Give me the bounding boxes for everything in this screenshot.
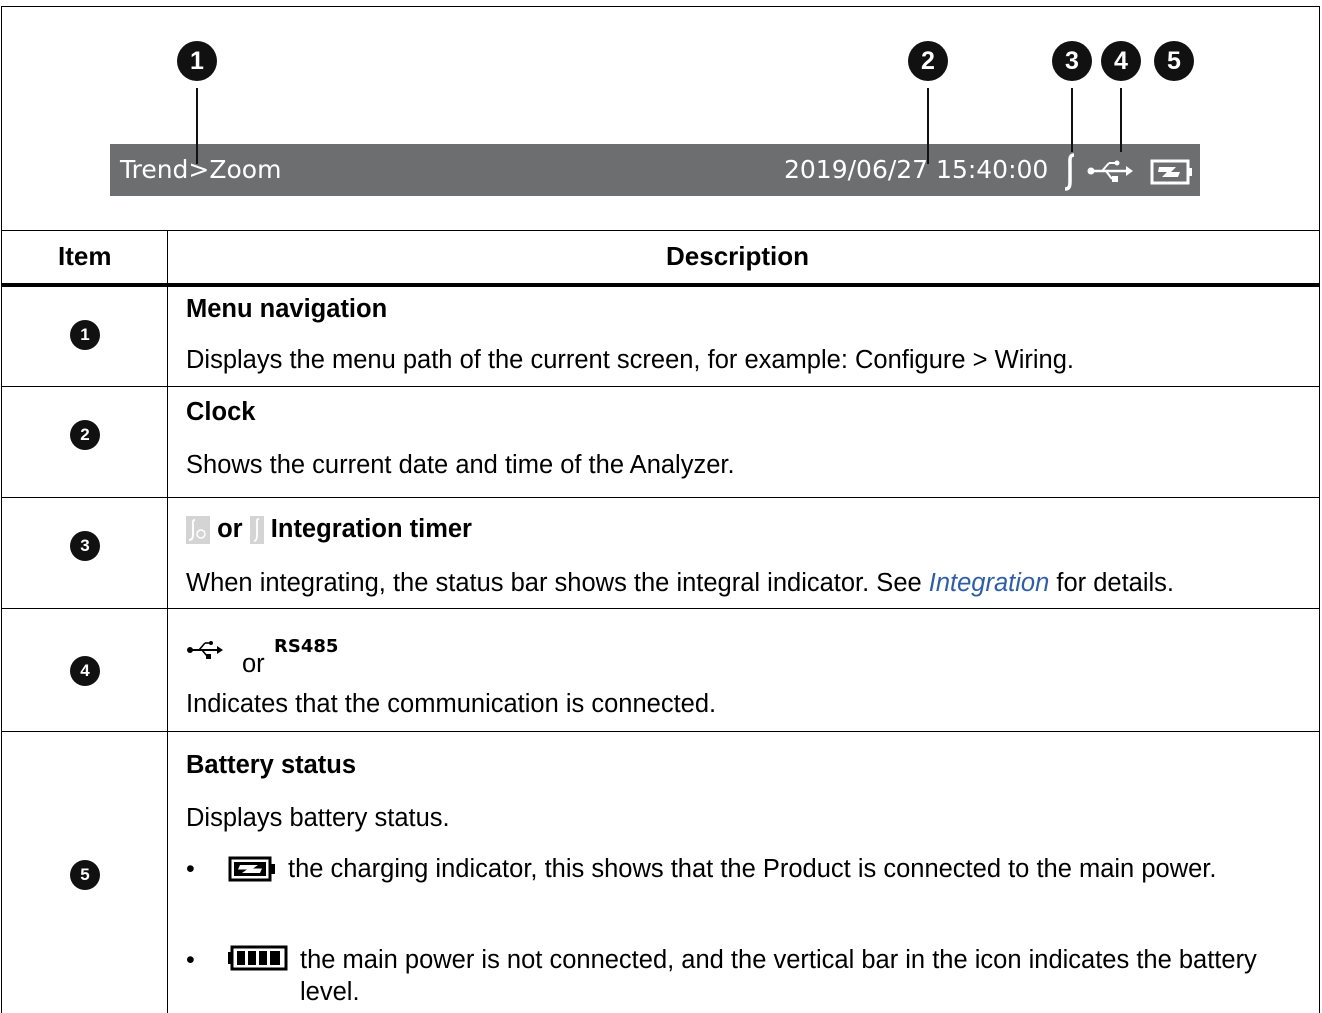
callout-5: 5 — [1154, 41, 1194, 81]
row-3-text: When integrating, the status bar shows t… — [186, 569, 1175, 597]
row-3-title-line: or Integration timer — [186, 513, 1312, 545]
item-number-2: 2 — [70, 420, 100, 450]
row-5-title: Battery status — [186, 751, 357, 779]
usb-icon — [1087, 160, 1133, 182]
integral-icon — [1064, 153, 1075, 191]
row-4-title-line: or RS485 — [186, 636, 1312, 678]
row-4-or: or — [242, 650, 265, 678]
row-rule-4 — [1, 731, 1320, 732]
callout-3: 3 — [1052, 41, 1092, 81]
callout-2: 2 — [908, 41, 948, 81]
row-2-title: Clock — [186, 398, 256, 426]
row-1-title: Menu navigation — [186, 295, 388, 323]
row-5-text: Displays battery status. — [186, 804, 450, 832]
callout-leader-1 — [196, 88, 198, 164]
item-number-4: 4 — [70, 656, 100, 686]
table-top-rule — [1, 230, 1320, 231]
integral-icon — [249, 516, 264, 545]
row-1-text: Displays the menu path of the current sc… — [186, 346, 1074, 374]
battery-full-icon — [228, 945, 288, 971]
battery-charging-icon — [1150, 159, 1192, 185]
clock: 2019/06/27 15:40:00 — [784, 155, 1049, 184]
row-rule-2 — [1, 497, 1320, 498]
item-number-5: 5 — [70, 860, 100, 890]
item-number-1: 1 — [70, 320, 100, 350]
rs485-label: RS485 — [274, 636, 339, 657]
bullet-marker: • — [186, 855, 195, 883]
row-4-text: Indicates that the communication is conn… — [186, 690, 717, 718]
callout-4: 4 — [1101, 41, 1141, 81]
usb-icon — [187, 641, 223, 659]
item-number-3: 3 — [70, 531, 100, 561]
bullet-1-text: the charging indicator, this shows that … — [288, 855, 1217, 883]
row-rule-1 — [1, 386, 1320, 387]
row-rule-3 — [1, 608, 1320, 609]
header-description: Description — [666, 241, 810, 271]
callout-leader-2 — [927, 88, 929, 164]
callout-leader-4 — [1120, 88, 1122, 152]
row-3-or: or — [217, 515, 243, 543]
status-bar: Trend>Zoom 2019/06/27 15:40:00 — [110, 144, 1200, 196]
callout-leader-3 — [1071, 88, 1073, 152]
integration-link[interactable]: Integration — [929, 569, 1050, 597]
bullet-marker: • — [186, 946, 195, 974]
callout-1: 1 — [177, 41, 217, 81]
row-3-title: Integration timer — [270, 515, 472, 543]
integration-timer-icon — [186, 516, 210, 545]
menu-path: Trend>Zoom — [120, 155, 282, 184]
header-item: Item — [58, 241, 112, 271]
battery-charging-icon — [228, 856, 275, 882]
header-rule — [1, 283, 1320, 287]
column-divider — [167, 230, 168, 1013]
bullet-2-text: the main power is not connected, and the… — [300, 946, 1257, 1006]
row-2-text: Shows the current date and time of the A… — [186, 451, 735, 479]
